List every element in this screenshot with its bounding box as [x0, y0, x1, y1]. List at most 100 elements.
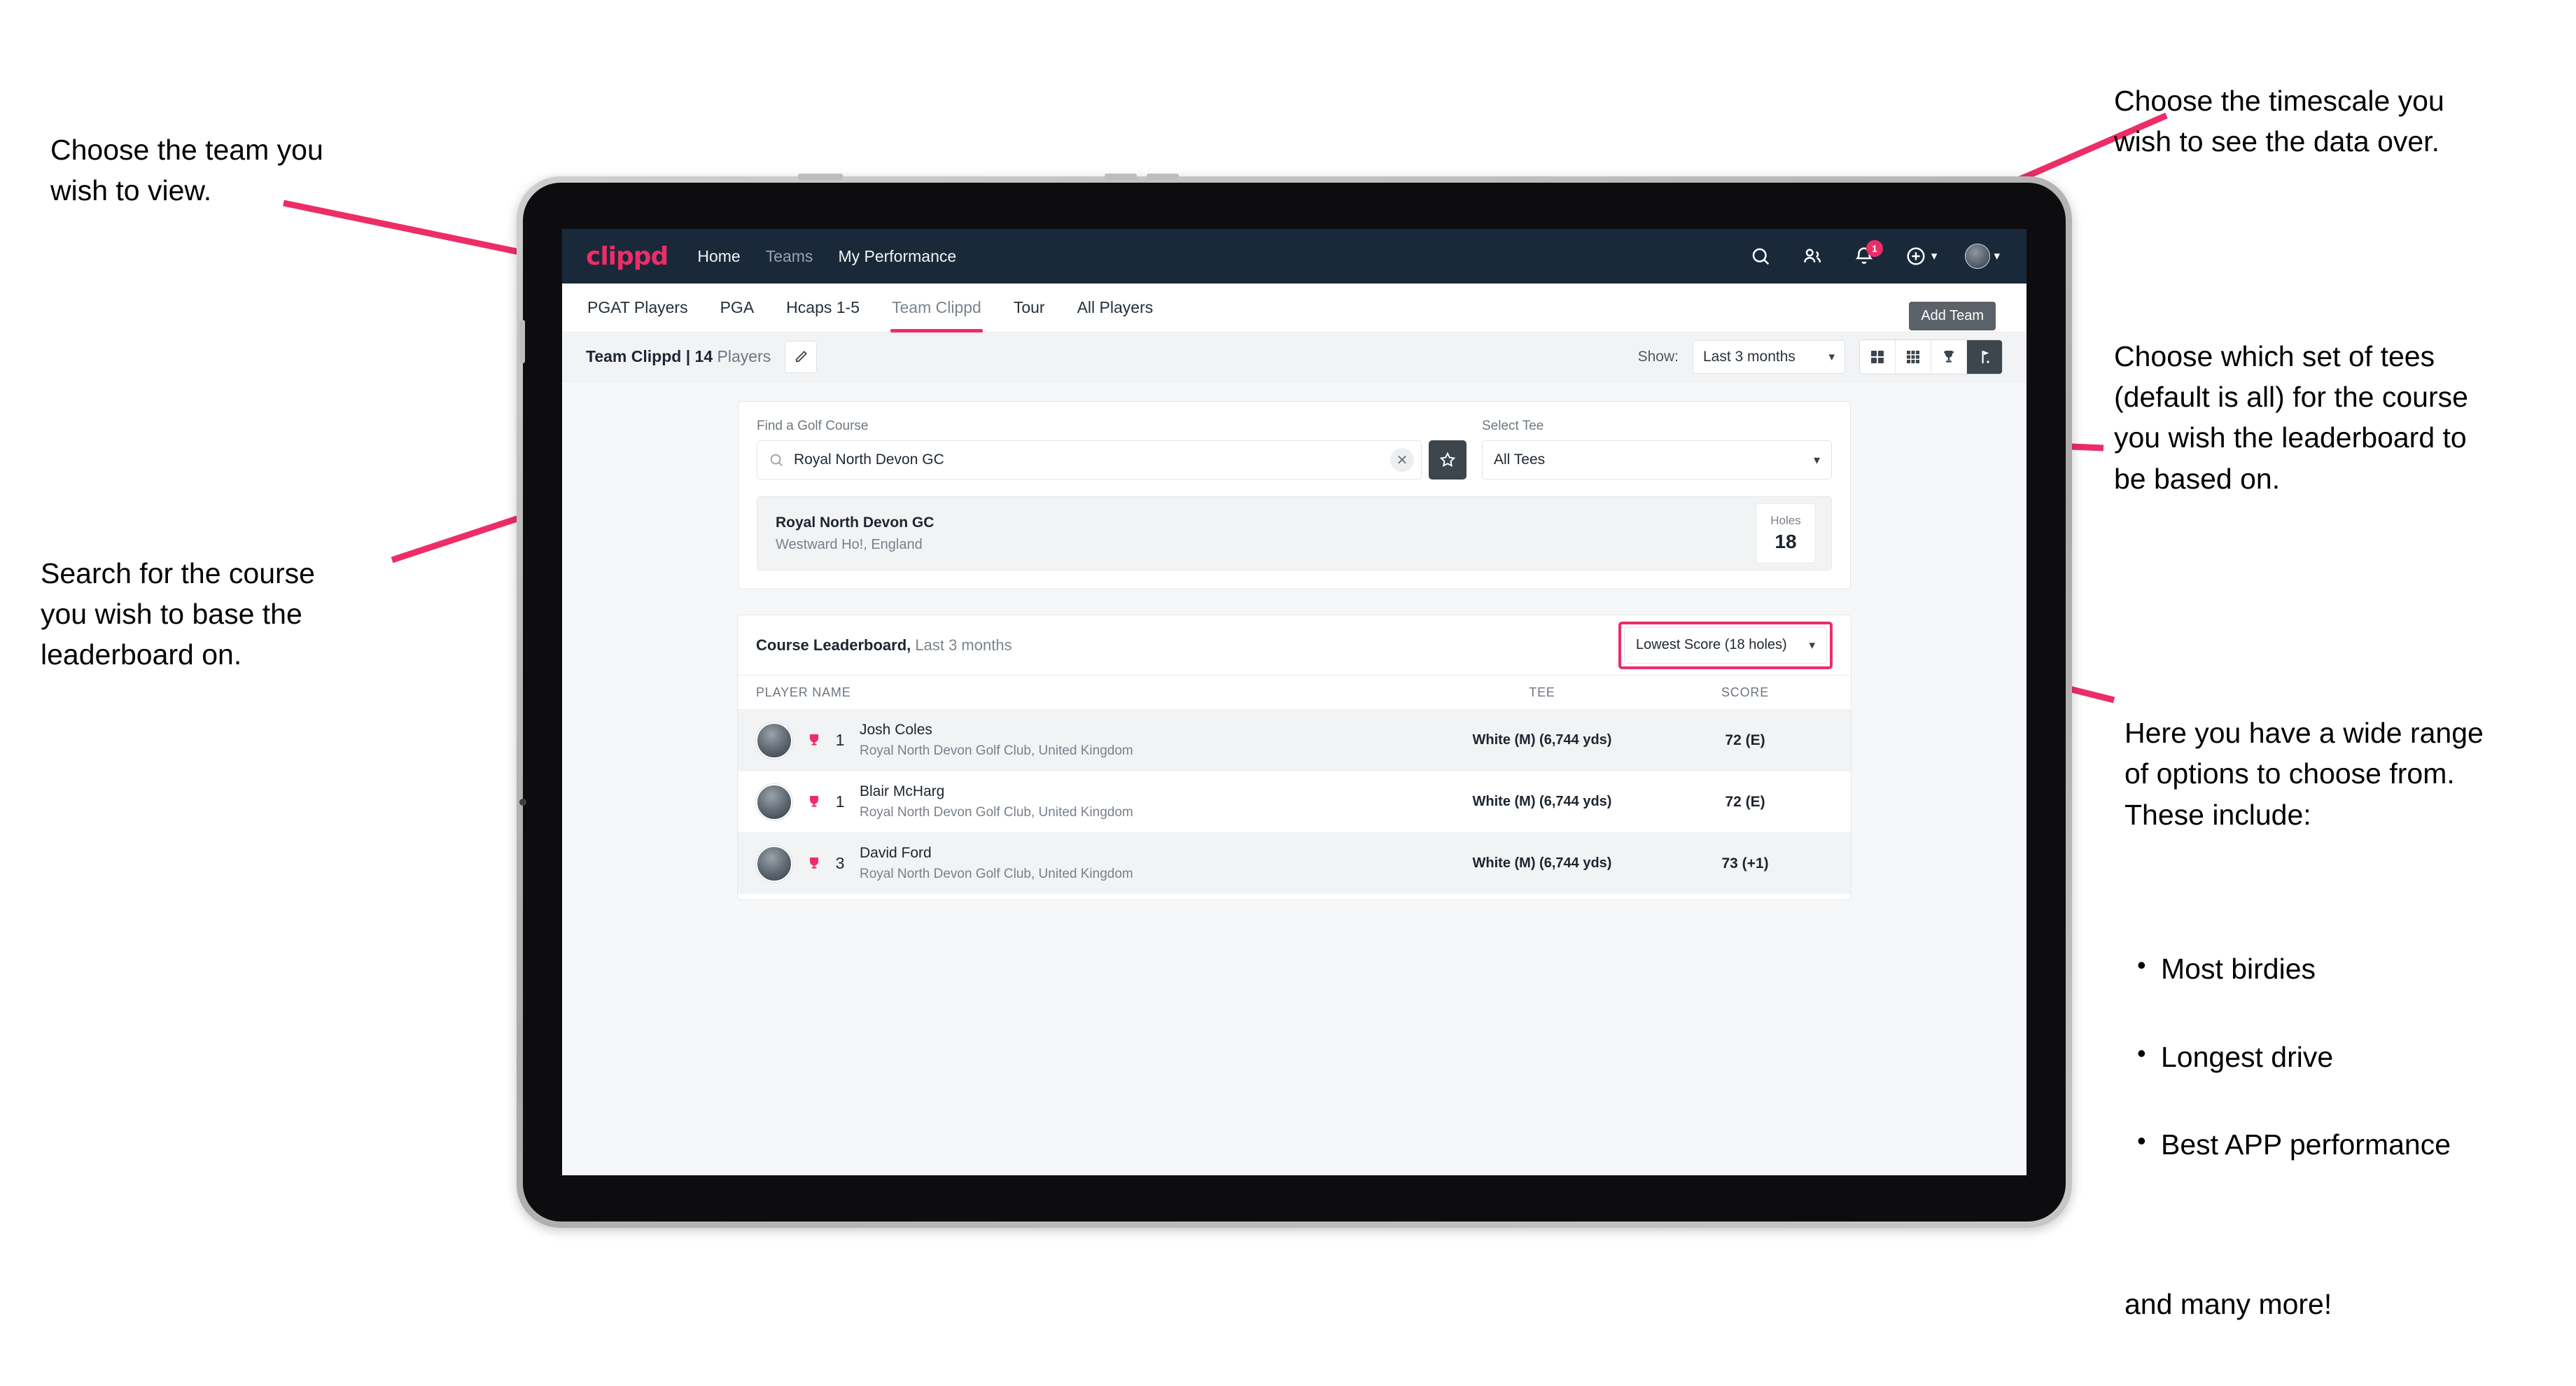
tablet-volume-up-button: [1105, 174, 1137, 181]
clear-x-icon[interactable]: ✕: [1390, 448, 1414, 472]
metric-select-highlight: Lowest Score (18 holes) ▾: [1618, 621, 1833, 669]
course-leaderboard-card: Course Leaderboard, Last 3 months Lowest…: [737, 615, 1851, 900]
tab-pga[interactable]: PGA: [719, 283, 756, 332]
column-tee: TEE: [1529, 685, 1555, 699]
player-cell: 1 Josh Coles Royal North Devon Golf Club…: [756, 722, 1427, 759]
add-team-tooltip: Add Team: [1909, 302, 1996, 330]
course-search-box[interactable]: ✕: [757, 440, 1422, 479]
nav-link-teams[interactable]: Teams: [766, 247, 813, 266]
search-fields-row: Find a Golf Course ✕: [757, 419, 1832, 479]
chevron-down-icon: ▾: [1994, 249, 2000, 262]
annotation-options-outro: and many more!: [2124, 1287, 2332, 1320]
team-toolbar: Team Clippd | 14 Players Show: Last 3 mo…: [562, 332, 2026, 382]
player-rank: 1: [835, 792, 845, 811]
golf-flag-view-icon[interactable]: [1967, 340, 2002, 374]
avatar[interactable]: [1965, 244, 1991, 269]
player-club: Royal North Devon Golf Club, United King…: [860, 805, 1133, 820]
show-label: Show:: [1637, 348, 1679, 365]
navbar-actions: 1 ▾ ▾: [1749, 240, 2000, 269]
nav-link-home[interactable]: Home: [697, 247, 740, 266]
add-circle-icon[interactable]: [1904, 244, 1928, 268]
player-name: David Ford: [860, 845, 932, 861]
clippd-logo[interactable]: clippd: [586, 242, 668, 271]
timescale-select[interactable]: Last 3 months ▾: [1693, 340, 1845, 374]
leaderboard-metric-value: Lowest Score (18 holes): [1636, 637, 1787, 652]
list-item: Most birdies: [2124, 947, 2572, 989]
annotation-search: Search for the course you wish to base t…: [41, 557, 315, 671]
player-tee: White (M) (6,744 yds): [1472, 855, 1612, 871]
tee-select-value: All Tees: [1494, 451, 1546, 468]
notifications-bell-icon[interactable]: 1: [1852, 240, 1883, 268]
leaderboard-column-headers: PLAYER NAME TEE SCORE: [738, 676, 1851, 709]
trophy-icon: [804, 793, 825, 811]
table-row[interactable]: 3 David Ford Royal North Devon Golf Club…: [738, 832, 1851, 894]
holes-label: Holes: [1770, 514, 1801, 527]
table-row[interactable]: 1 Blair McHarg Royal North Devon Golf Cl…: [738, 771, 1851, 832]
player-rank: 3: [835, 854, 845, 872]
player-tee: White (M) (6,744 yds): [1472, 794, 1612, 809]
leaderboard-metric-select[interactable]: Lowest Score (18 holes) ▾: [1624, 626, 1827, 664]
leaderboard-title-main: Course Leaderboard,: [756, 636, 911, 654]
leaderboard-title-period: Last 3 months: [911, 636, 1012, 654]
holes-value: 18: [1774, 531, 1797, 552]
player-identity: Josh Coles Royal North Devon Golf Club, …: [860, 722, 1133, 759]
annotation-tees: Choose which set of tees (default is all…: [2114, 340, 2468, 495]
tablet-bezel: clippd Home Teams My Performance 1 ▾ ▾ P…: [519, 183, 2066, 1222]
tablet-power-button: [798, 174, 843, 181]
column-player-name: PLAYER NAME: [756, 685, 851, 699]
chevron-down-icon: ▾: [1828, 349, 1835, 363]
favourite-star-icon[interactable]: [1429, 440, 1466, 479]
search-icon: [770, 454, 783, 466]
tee-select[interactable]: All Tees ▾: [1482, 440, 1832, 479]
people-icon[interactable]: [1800, 244, 1824, 268]
tablet-device-frame: clippd Home Teams My Performance 1 ▾ ▾ P…: [517, 174, 2072, 1228]
chevron-down-icon: ▾: [1813, 452, 1820, 467]
tablet-camera: [519, 799, 526, 806]
add-menu[interactable]: ▾: [1904, 244, 1938, 268]
chevron-down-icon: ▾: [1931, 249, 1938, 262]
column-score: SCORE: [1721, 685, 1769, 699]
player-score: 72 (E): [1725, 793, 1765, 810]
course-result-text: Royal North Devon GC Westward Ho!, Engla…: [776, 514, 934, 553]
tab-team-clippd[interactable]: Team Clippd: [890, 283, 983, 332]
team-player-count: 14: [694, 347, 713, 365]
tee-select-field: Select Tee All Tees ▾: [1482, 419, 1832, 479]
course-search-input[interactable]: [792, 451, 1390, 469]
team-tabs: PGAT Players PGA Hcaps 1-5 Team Clippd T…: [562, 284, 2026, 332]
search-icon[interactable]: [1749, 244, 1772, 268]
tab-tour[interactable]: Tour: [1012, 283, 1046, 332]
profile-menu[interactable]: ▾: [1965, 244, 2000, 269]
team-name: Team Clippd |: [586, 347, 695, 365]
course-search-field: Find a Golf Course ✕: [757, 419, 1466, 479]
find-course-label: Find a Golf Course: [757, 419, 869, 433]
course-result-row[interactable]: Royal North Devon GC Westward Ho!, Engla…: [757, 496, 1832, 570]
nav-link-my-performance[interactable]: My Performance: [838, 247, 956, 266]
grid-2x2-view-icon[interactable]: [1860, 340, 1896, 374]
select-tee-label: Select Tee: [1482, 419, 1544, 433]
app-screen: clippd Home Teams My Performance 1 ▾ ▾ P…: [562, 229, 2026, 1175]
notification-badge: 1: [1865, 240, 1883, 257]
pencil-edit-icon[interactable]: [785, 340, 818, 373]
team-summary: Team Clippd | 14 Players: [586, 347, 771, 366]
leaderboard-title: Course Leaderboard, Last 3 months: [756, 636, 1012, 654]
list-item: Best APP performance: [2124, 1123, 2572, 1165]
tab-hcaps-1-5[interactable]: Hcaps 1-5: [785, 283, 861, 332]
table-row[interactable]: 1 Josh Coles Royal North Devon Golf Club…: [738, 709, 1851, 771]
tab-all-players[interactable]: All Players: [1076, 283, 1155, 332]
course-result-name: Royal North Devon GC: [776, 514, 934, 531]
course-result-location: Westward Ho!, England: [776, 536, 923, 552]
player-cell: 1 Blair McHarg Royal North Devon Golf Cl…: [756, 783, 1427, 820]
leaderboard-header: Course Leaderboard, Last 3 months Lowest…: [738, 615, 1851, 676]
grid-3x3-view-icon[interactable]: [1896, 340, 1931, 374]
player-score: 72 (E): [1725, 732, 1765, 748]
player-name: Josh Coles: [860, 722, 932, 738]
tab-pgat-players[interactable]: PGAT Players: [586, 283, 690, 332]
annotation-options-intro: Here you have a wide range of options to…: [2124, 717, 2484, 831]
course-search-card: Find a Golf Course ✕: [738, 401, 1851, 589]
trophy-view-icon[interactable]: [1931, 340, 1967, 374]
annotation-timescale: Choose the timescale you wish to see the…: [2114, 85, 2444, 158]
player-club: Royal North Devon Golf Club, United King…: [860, 743, 1133, 758]
course-holes-box: Holes 18: [1756, 503, 1816, 564]
avatar: [756, 845, 792, 882]
team-players-word: Players: [713, 347, 771, 365]
